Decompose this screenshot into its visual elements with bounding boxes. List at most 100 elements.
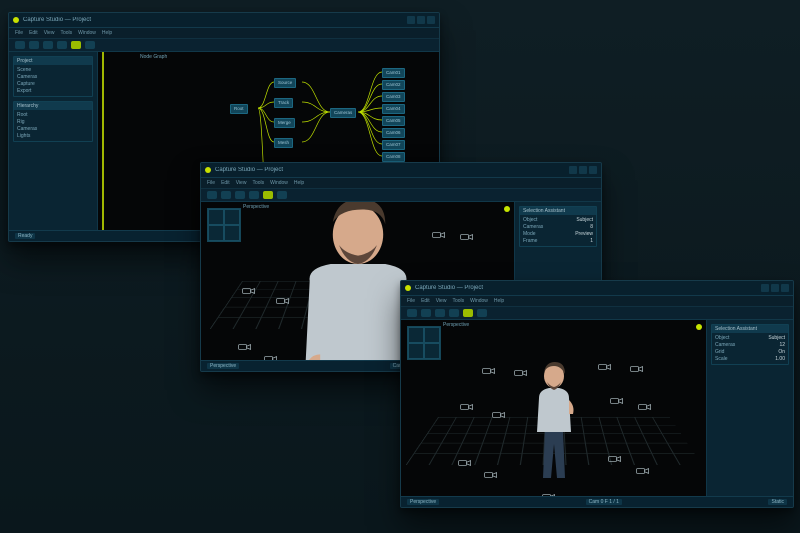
camera-icon[interactable] [607,454,623,464]
menu-edit[interactable]: Edit [221,180,230,186]
menu-file[interactable]: File [15,30,23,36]
graph-node[interactable]: Cam02 [382,80,405,90]
maximize-button[interactable] [579,166,587,174]
graph-node[interactable]: Cam03 [382,92,405,102]
graph-node[interactable]: Source [274,78,296,88]
tree-item[interactable]: Cameras [17,126,89,132]
menu-help[interactable]: Help [294,180,304,186]
menubar: File Edit View Tools Window Help [9,28,439,39]
menu-edit[interactable]: Edit [29,30,38,36]
camera-icon[interactable] [541,492,557,496]
camera-icon[interactable] [635,466,651,476]
panel-header[interactable]: Selection Assistant [520,207,596,215]
graph-node[interactable]: Cameras [330,108,356,118]
tree-item[interactable]: Cameras [17,74,89,80]
camera-icon[interactable] [637,402,653,412]
settings-button[interactable] [85,41,95,49]
camera-icon[interactable] [457,458,473,468]
tree-item[interactable]: Capture [17,81,89,87]
camera-icon[interactable] [481,366,497,376]
graph-node[interactable]: Cam04 [382,104,405,114]
titlebar[interactable]: Capture Studio — Project [9,13,439,28]
graph-node[interactable]: Cam07 [382,140,405,150]
3d-viewport[interactable]: Perspective [401,320,706,496]
save-button[interactable] [221,191,231,199]
tree-item[interactable]: Rig [17,119,89,125]
camera-icon[interactable] [609,396,625,406]
camera-icon[interactable] [237,342,253,352]
camera-icon[interactable] [483,470,499,480]
menu-file[interactable]: File [407,298,415,304]
menu-view[interactable]: View [236,180,247,186]
save-button[interactable] [421,309,431,317]
menu-edit[interactable]: Edit [421,298,430,304]
camera-icon[interactable] [629,364,645,374]
menu-view[interactable]: View [44,30,55,36]
settings-button[interactable] [277,191,287,199]
maximize-button[interactable] [417,16,425,24]
undo-button[interactable] [235,191,245,199]
graph-node[interactable]: Cam06 [382,128,405,138]
menu-window[interactable]: Window [270,180,288,186]
titlebar[interactable]: Capture Studio — Project [201,163,601,178]
redo-button[interactable] [57,41,67,49]
minimize-button[interactable] [569,166,577,174]
open-project-button[interactable] [207,191,217,199]
open-project-button[interactable] [15,41,25,49]
close-button[interactable] [589,166,597,174]
minimize-button[interactable] [761,284,769,292]
graph-node[interactable]: Cam05 [382,116,405,126]
graph-node[interactable]: Mesh [274,138,293,148]
play-button[interactable] [71,41,81,49]
panel-header[interactable]: Hierarchy [14,102,92,110]
tree-item[interactable]: Root [17,112,89,118]
menu-help[interactable]: Help [102,30,112,36]
menu-file[interactable]: File [207,180,215,186]
open-project-button[interactable] [407,309,417,317]
graph-node[interactable]: Root [230,104,248,114]
property-row: Scale1.00 [715,356,785,362]
graph-node[interactable]: Merge [274,118,295,128]
undo-button[interactable] [435,309,445,317]
camera-icon[interactable] [491,410,507,420]
graph-node[interactable]: Cam01 [382,68,405,78]
menu-help[interactable]: Help [494,298,504,304]
close-button[interactable] [781,284,789,292]
camera-icon[interactable] [241,286,257,296]
graph-node[interactable]: Cam08 [382,152,405,162]
save-button[interactable] [29,41,39,49]
camera-icon[interactable] [597,362,613,372]
menu-window[interactable]: Window [470,298,488,304]
camera-icon[interactable] [459,232,475,242]
play-button[interactable] [263,191,273,199]
redo-button[interactable] [449,309,459,317]
menu-tools[interactable]: Tools [452,298,464,304]
menu-tools[interactable]: Tools [60,30,72,36]
graph-node[interactable]: Track [274,98,293,108]
redo-button[interactable] [249,191,259,199]
status-left: Perspective [407,499,439,505]
play-button[interactable] [463,309,473,317]
titlebar[interactable]: Capture Studio — Project [401,281,793,296]
camera-icon[interactable] [513,368,529,378]
minimize-button[interactable] [407,16,415,24]
panel-header[interactable]: Selection Assistant [712,325,788,333]
camera-icon[interactable] [431,230,447,240]
camera-icon[interactable] [263,354,279,360]
tree-item[interactable]: Scene [17,67,89,73]
close-button[interactable] [427,16,435,24]
menu-window[interactable]: Window [78,30,96,36]
tree-item[interactable]: Lights [17,133,89,139]
maximize-button[interactable] [771,284,779,292]
settings-button[interactable] [477,309,487,317]
panel-header[interactable]: Project [14,57,92,65]
camera-icon[interactable] [567,494,583,496]
view-cube-gizmo[interactable] [207,208,241,242]
menu-tools[interactable]: Tools [252,180,264,186]
undo-button[interactable] [43,41,53,49]
view-cube-gizmo[interactable] [407,326,441,360]
camera-icon[interactable] [275,296,291,306]
tree-item[interactable]: Export [17,88,89,94]
menu-view[interactable]: View [436,298,447,304]
camera-icon[interactable] [459,402,475,412]
